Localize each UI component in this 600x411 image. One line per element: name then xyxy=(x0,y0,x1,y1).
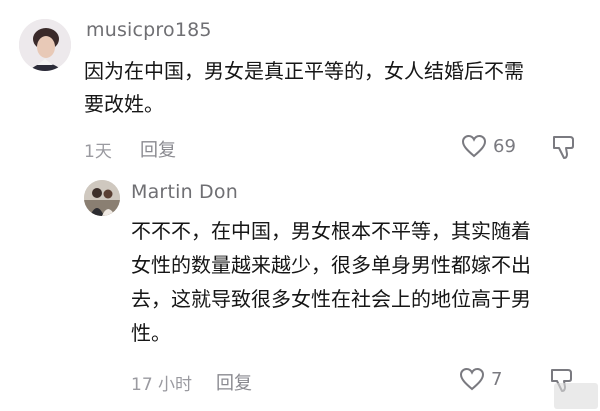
comment-text: 因为在中国，男女是真正平等的，女人结婚后不需 要改姓。 xyxy=(84,59,524,116)
watermark-logo xyxy=(554,383,598,409)
comment-username[interactable]: musicpro185 xyxy=(86,19,212,41)
comment-timestamp: 17 小时 xyxy=(131,375,193,395)
reply-button[interactable]: 回复 xyxy=(140,136,176,162)
like-count: 7 xyxy=(491,368,503,390)
dislike-icon xyxy=(553,136,574,159)
avatar[interactable] xyxy=(84,180,120,216)
like-count: 69 xyxy=(493,135,516,157)
reply-button[interactable]: 回复 xyxy=(216,369,252,395)
avatar-image xyxy=(19,19,71,71)
dislike-button[interactable] xyxy=(551,134,577,164)
avatar-image xyxy=(84,180,120,216)
comment-text: 不不不，在中国，男女根本不平等，其实随着 女性的数量越来越少，很多单身男性都嫁不… xyxy=(131,219,531,345)
comment-username[interactable]: Martin Don xyxy=(131,181,238,203)
heart-icon xyxy=(459,367,485,391)
comment-timestamp: 1天 xyxy=(84,142,112,162)
avatar[interactable] xyxy=(19,19,71,71)
like-button[interactable]: 7 xyxy=(459,367,502,391)
like-button[interactable]: 69 xyxy=(461,134,516,158)
heart-icon xyxy=(461,134,487,158)
